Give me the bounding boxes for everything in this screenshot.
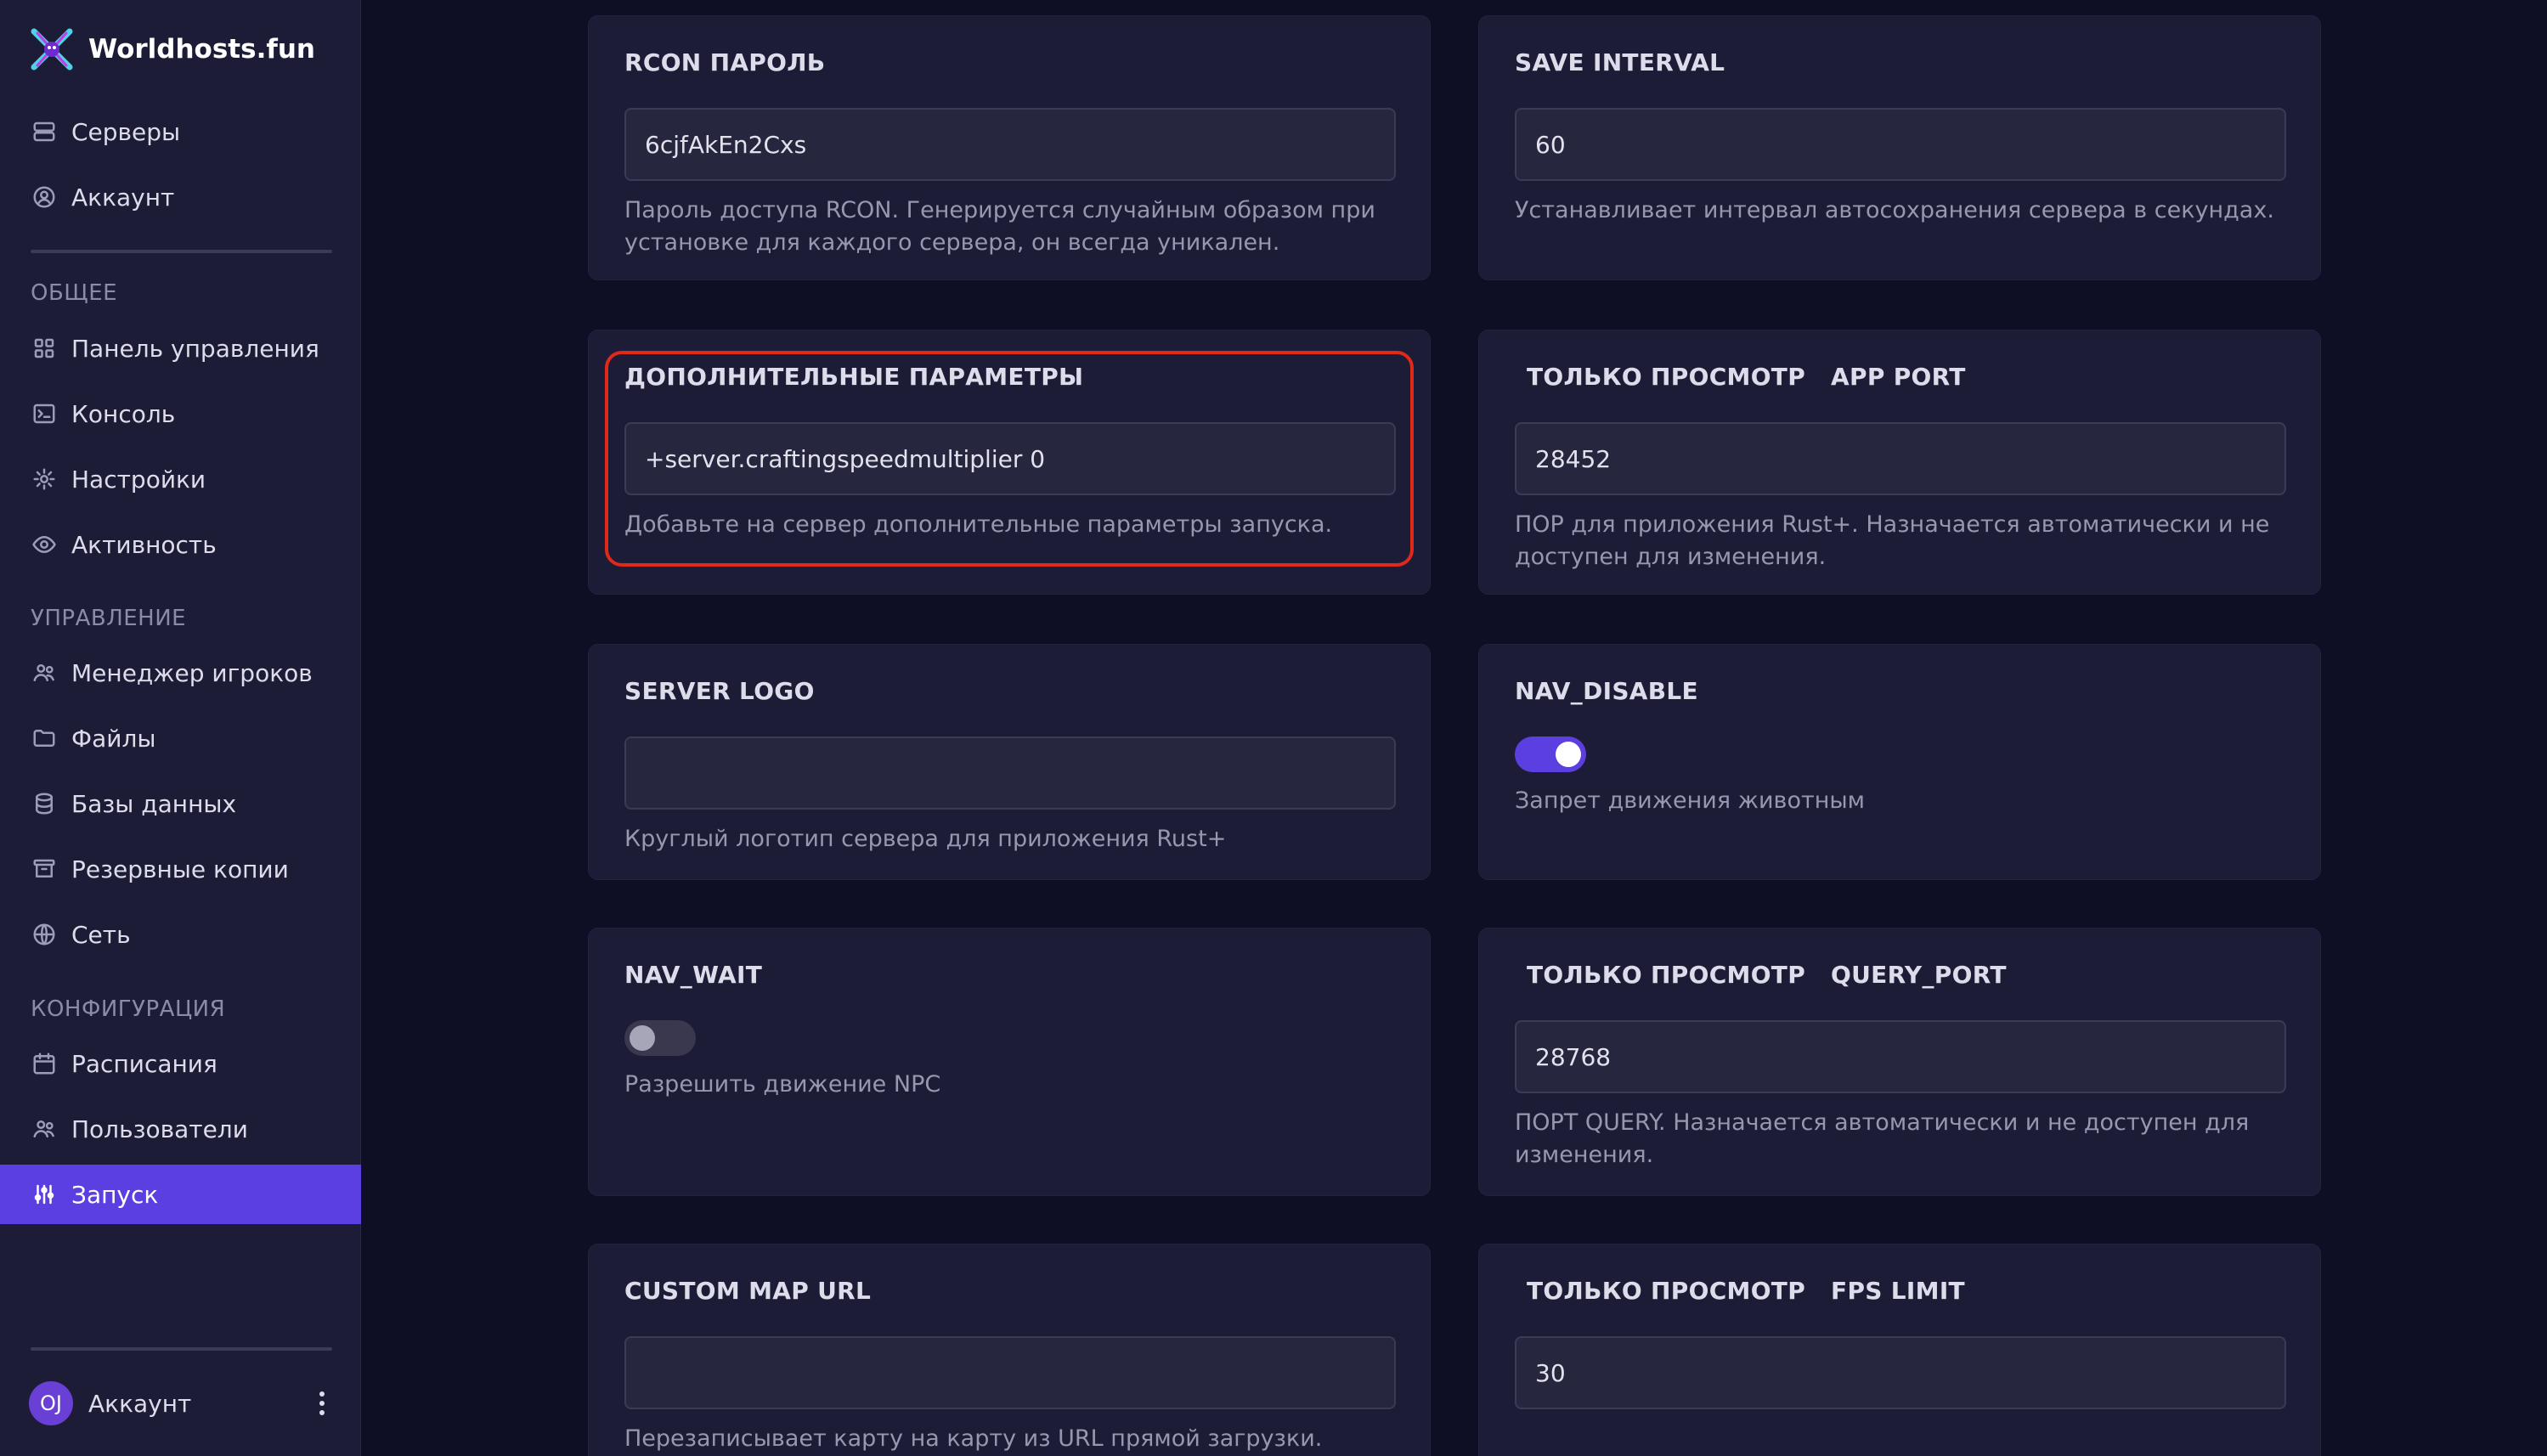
card-title: ТОЛЬКО ПРОСМОТР QUERY_PORT [1515, 961, 2007, 989]
sidebar-item-label: Настройки [71, 465, 206, 494]
sidebar-item-label: Расписания [71, 1049, 217, 1078]
readonly-badge: ТОЛЬКО ПРОСМОТР [1527, 363, 1806, 391]
eye-icon [31, 531, 58, 558]
sidebar-item-label: Базы данных [71, 789, 237, 818]
card-description: Разрешить движение NPC [624, 1071, 941, 1098]
folder-icon [31, 725, 58, 752]
card-title: SAVE INTERVAL [1515, 48, 1725, 76]
rcon-password-input[interactable] [624, 108, 1396, 181]
terminal-icon [31, 400, 58, 427]
readonly-badge: ТОЛЬКО ПРОСМОТР [1527, 961, 1806, 989]
toggle-knob [630, 1025, 655, 1051]
sidebar-item-label: Менеджер игроков [71, 658, 313, 687]
card-title: NAV_WAIT [624, 961, 763, 989]
sidebar-item-label: Панель управления [71, 334, 319, 363]
archive-icon [31, 855, 58, 883]
server-logo-input[interactable] [624, 736, 1396, 810]
card-title: ТОЛЬКО ПРОСМОТР APP PORT [1515, 363, 1966, 391]
query-port-input[interactable] [1515, 1020, 2286, 1093]
brand-name: Worldhosts.fun [88, 34, 315, 65]
sidebar-item-players[interactable]: Менеджер игроков [0, 643, 361, 703]
card-title: CUSTOM MAP URL [624, 1277, 872, 1305]
account-name: Аккаунт [88, 1389, 192, 1418]
section-label-configuration: КОНФИГУРАЦИЯ [31, 996, 226, 1022]
toggle-knob [1556, 742, 1581, 767]
sidebar-divider [31, 250, 332, 253]
fps-limit-input[interactable] [1515, 1336, 2286, 1409]
card-description: Добавьте на сервер дополнительные параме… [624, 511, 1333, 538]
sidebar-item-dashboard[interactable]: Панель управления [0, 319, 361, 378]
more-options-icon[interactable] [309, 1382, 335, 1425]
readonly-badge: ТОЛЬКО ПРОСМОТР [1527, 1277, 1806, 1305]
card-title: NAV_DISABLE [1515, 677, 1698, 705]
save-interval-input[interactable] [1515, 108, 2286, 181]
sidebar-item-label: Сеть [71, 920, 131, 949]
card-description: ПОР для приложения Rust+. Назначается ав… [1515, 511, 2270, 570]
sidebar-item-label: Активность [71, 530, 217, 559]
card-description: ПОРТ QUERY. Назначается автоматически и … [1515, 1109, 2250, 1168]
sidebar-item-network[interactable]: Сеть [0, 905, 361, 964]
card-custom-map-url: CUSTOM MAP URL Перезаписывает карту на к… [588, 1244, 1431, 1456]
sidebar-item-databases[interactable]: Базы данных [0, 774, 361, 833]
card-extra-params: ДОПОЛНИТЕЛЬНЫЕ ПАРАМЕТРЫ Добавьте на сер… [588, 330, 1431, 595]
sidebar-item-schedules[interactable]: Расписания [0, 1034, 361, 1093]
sidebar-item-label: Пользователи [71, 1115, 248, 1143]
card-fps-limit: ТОЛЬКО ПРОСМОТР FPS LIMIT [1478, 1244, 2321, 1456]
card-description: Устанавливает интервал автосохранения се… [1515, 197, 2274, 223]
card-server-logo: SERVER LOGO Круглый логотип сервера для … [588, 644, 1431, 880]
card-save-interval: SAVE INTERVAL Устанавливает интервал авт… [1478, 15, 2321, 280]
section-label-general: ОБЩЕЕ [31, 280, 118, 306]
card-title: SERVER LOGO [624, 677, 815, 705]
sidebar-item-label: Аккаунт [71, 183, 175, 212]
sidebar-item-servers[interactable]: Серверы [0, 102, 361, 161]
user-circle-icon [31, 183, 58, 211]
globe-icon [31, 921, 58, 948]
card-title: ТОЛЬКО ПРОСМОТР FPS LIMIT [1515, 1277, 1965, 1305]
avatar[interactable]: OJ [29, 1381, 73, 1425]
nav-wait-toggle[interactable] [624, 1020, 696, 1056]
card-nav-wait: NAV_WAIT Разрешить движение NPC [588, 928, 1431, 1196]
sidebar-item-label: Серверы [71, 117, 181, 146]
card-rcon-password: RCON ПАРОЛЬ Пароль доступа RCON. Генерир… [588, 15, 1431, 280]
card-nav-disable: NAV_DISABLE Запрет движения животным [1478, 644, 2321, 880]
extra-params-input[interactable] [624, 422, 1396, 495]
sidebar-item-startup[interactable]: Запуск [0, 1165, 361, 1224]
users-icon [31, 659, 58, 686]
account-row[interactable]: OJ Аккаунт [29, 1378, 335, 1429]
sliders-icon [31, 1181, 58, 1208]
sidebar-item-console[interactable]: Консоль [0, 384, 361, 443]
card-description: Круглый логотип сервера для приложения R… [624, 826, 1227, 852]
sidebar: Worldhosts.fun Серверы Аккаунт ОБЩЕЕ Пан… [0, 0, 361, 1456]
sidebar-item-label: Запуск [71, 1180, 159, 1209]
card-description: Перезаписывает карту на карту из URL пря… [624, 1425, 1323, 1452]
server-icon [31, 118, 58, 145]
nav-disable-toggle[interactable] [1515, 736, 1586, 772]
sidebar-item-settings[interactable]: Настройки [0, 449, 361, 509]
sidebar-item-activity[interactable]: Активность [0, 515, 361, 574]
grid-icon [31, 335, 58, 362]
app-port-input[interactable] [1515, 422, 2286, 495]
users-icon [31, 1115, 58, 1143]
card-title: RCON ПАРОЛЬ [624, 48, 826, 76]
custom-map-url-input[interactable] [624, 1336, 1396, 1409]
sidebar-item-users[interactable]: Пользователи [0, 1099, 361, 1159]
sidebar-item-label: Резервные копии [71, 855, 289, 883]
section-label-management: УПРАВЛЕНИЕ [31, 606, 187, 631]
crossed-x-logo-icon [31, 28, 73, 71]
calendar-icon [31, 1050, 58, 1077]
sidebar-divider [31, 1347, 332, 1351]
sidebar-item-files[interactable]: Файлы [0, 708, 361, 768]
sidebar-item-account[interactable]: Аккаунт [0, 167, 361, 227]
sidebar-item-label: Файлы [71, 724, 156, 753]
sidebar-item-label: Консоль [71, 399, 176, 428]
sidebar-item-backups[interactable]: Резервные копии [0, 839, 361, 899]
gear-icon [31, 466, 58, 493]
card-description: Пароль доступа RCON. Генерируется случай… [624, 197, 1375, 256]
card-query-port: ТОЛЬКО ПРОСМОТР QUERY_PORT ПОРТ QUERY. Н… [1478, 928, 2321, 1196]
card-description: Запрет движения животным [1515, 787, 1866, 814]
card-title: ДОПОЛНИТЕЛЬНЫЕ ПАРАМЕТРЫ [624, 363, 1084, 391]
card-app-port: ТОЛЬКО ПРОСМОТР APP PORT ПОР для приложе… [1478, 330, 2321, 595]
database-icon [31, 790, 58, 817]
brand[interactable]: Worldhosts.fun [29, 25, 315, 73]
